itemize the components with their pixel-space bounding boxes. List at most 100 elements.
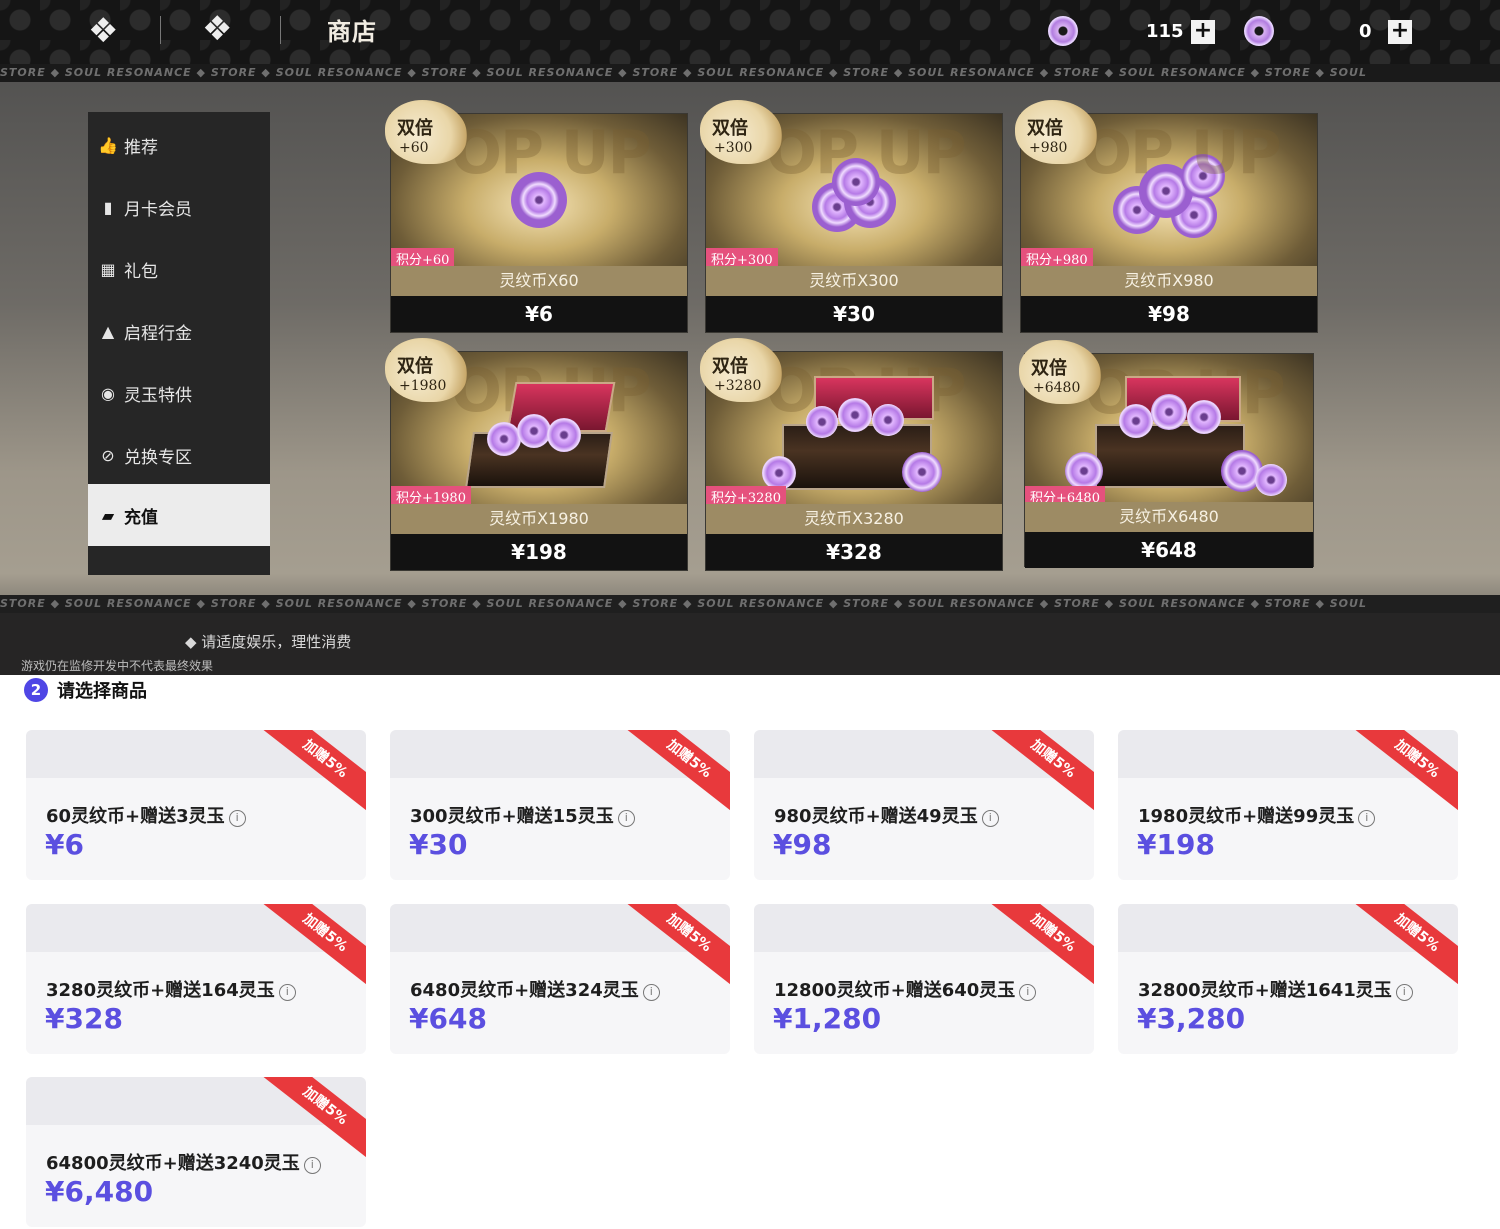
info-icon[interactable]: i (981, 810, 999, 827)
badge-bonus: +300 (714, 140, 753, 156)
badge-title: 双倍 (1027, 118, 1063, 139)
info-icon[interactable]: i (228, 810, 246, 827)
recharge-card-1980[interactable]: OP UP 双倍 +1980 积分+1980 灵纹币X1980 ¥198 (385, 338, 688, 571)
badge-bonus: +3280 (714, 378, 762, 394)
info-icon[interactable]: i (1395, 984, 1413, 1001)
sidebar-item-gold[interactable]: ▲ 启程行金 (88, 300, 270, 362)
add-jade-button[interactable]: + (1388, 20, 1412, 44)
double-badge: 双倍 +6480 (1019, 340, 1101, 404)
card-icon: ▮ (103, 197, 113, 217)
coin-icon (1065, 452, 1103, 490)
card-name: 灵纹币X60 (391, 266, 687, 296)
product-price: ¥198 (1137, 828, 1215, 861)
sidebar-item-recharge[interactable]: ▰ 充值 (88, 484, 270, 546)
product-description: 60灵纹币+赠送3灵玉 i (46, 802, 246, 828)
product-price: ¥648 (409, 1002, 487, 1035)
recharge-card-980[interactable]: OP UP 双倍 +980 积分+980 灵纹币X980 ¥98 (1015, 100, 1318, 333)
double-badge: 双倍 +300 (700, 100, 782, 164)
add-soul-coin-button[interactable]: + (1191, 20, 1215, 44)
card-name: 灵纹币X980 (1021, 266, 1317, 296)
card-price: ¥198 (391, 534, 687, 570)
game-shop-screen: ❖ ❖ 商店 115 + 0 + STORE ◆ SOUL RESONANCE … (0, 0, 1500, 675)
coin-icon (517, 414, 551, 448)
badge-bonus: +1980 (399, 378, 447, 394)
marquee-banner-top: STORE ◆ SOUL RESONANCE ◆ STORE ◆ SOUL RE… (0, 64, 1500, 82)
section-header: 2 请选择商品 (24, 677, 147, 703)
gift-icon: ▦ (100, 259, 116, 279)
product-option-4[interactable]: 加赠5% 1980灵纹币+赠送99灵玉 i ¥198 (1118, 730, 1458, 880)
info-icon[interactable]: i (278, 984, 296, 1001)
product-option-5[interactable]: 加赠5% 3280灵纹币+赠送164灵玉 i ¥328 (26, 904, 366, 1054)
card-price: ¥98 (1021, 296, 1317, 332)
info-icon[interactable]: i (303, 1157, 321, 1174)
coin-icon (1119, 404, 1153, 438)
product-option-9[interactable]: 加赠5% 64800灵纹币+赠送3240灵玉 i ¥6,480 (26, 1077, 366, 1227)
product-option-1[interactable]: 加赠5% 60灵纹币+赠送3灵玉 i ¥6 (26, 730, 366, 880)
badge-title: 双倍 (712, 118, 748, 139)
coin-icon (806, 406, 838, 438)
coin-icon (838, 398, 872, 432)
info-icon[interactable]: i (642, 984, 660, 1001)
coin-icon (872, 404, 904, 436)
product-description: 12800灵纹币+赠送640灵玉 i (774, 976, 1037, 1002)
info-icon[interactable]: i (1358, 810, 1376, 827)
menu-diamond-icon[interactable]: ❖ (202, 12, 232, 46)
exchange-icon: ⊘ (101, 445, 115, 465)
card-price: ¥328 (706, 534, 1002, 570)
product-desc-text: 32800灵纹币+赠送1641灵玉 (1138, 980, 1392, 1001)
recharge-card-6480[interactable]: OP UP 双倍 +6480 积分+6480 灵纹币X6480 ¥648 (1019, 340, 1314, 568)
sidebar-item-gift[interactable]: ▦ 礼包 (88, 238, 270, 300)
product-option-6[interactable]: 加赠5% 6480灵纹币+赠送324灵玉 i ¥648 (390, 904, 730, 1054)
sidebar-item-recommend[interactable]: 👍 推荐 (88, 114, 270, 176)
double-badge: 双倍 +1980 (385, 338, 467, 402)
sidebar-item-exchange[interactable]: ⊘ 兑换专区 (88, 424, 270, 486)
page-title: 商店 (327, 17, 377, 46)
product-price: ¥6 (45, 828, 84, 861)
soul-coin-icon (1048, 16, 1078, 46)
product-option-8[interactable]: 加赠5% 32800灵纹币+赠送1641灵玉 i ¥3,280 (1118, 904, 1458, 1054)
product-description: 32800灵纹币+赠送1641灵玉 i (1138, 976, 1413, 1002)
coin-icon (1151, 394, 1187, 430)
product-price: ¥328 (45, 1002, 123, 1035)
product-price: ¥30 (409, 828, 468, 861)
sidebar-item-jade-special[interactable]: ◉ 灵玉特供 (88, 362, 270, 424)
jade-icon (1244, 16, 1274, 46)
info-icon[interactable]: i (617, 810, 635, 827)
product-desc-text: 12800灵纹币+赠送640灵玉 (774, 980, 1016, 1001)
badge-bonus: +980 (1029, 140, 1068, 156)
marquee-banner-bottom: STORE ◆ SOUL RESONANCE ◆ STORE ◆ SOUL RE… (0, 595, 1500, 613)
product-option-3[interactable]: 加赠5% 980灵纹币+赠送49灵玉 i ¥98 (754, 730, 1094, 880)
info-icon[interactable]: i (1019, 984, 1037, 1001)
product-description: 3280灵纹币+赠送164灵玉 i (46, 976, 296, 1002)
product-option-7[interactable]: 加赠5% 12800灵纹币+赠送640灵玉 i ¥1,280 (754, 904, 1094, 1054)
coin-icon (1187, 400, 1221, 434)
coin-icon (1255, 464, 1287, 496)
jade-balance: 0 (1359, 21, 1372, 42)
product-price: ¥3,280 (1137, 1002, 1246, 1035)
coin-icon (902, 452, 942, 492)
thumbs-up-icon: 👍 (98, 135, 118, 155)
shop-sidebar: 👍 推荐 ▮ 月卡会员 ▦ 礼包 ▲ 启程行金 ◉ 灵玉特供 ⊘ 兑换专区 ▰ … (88, 112, 270, 575)
recharge-card-300[interactable]: OP UP 双倍 +300 积分+300 灵纹币X300 ¥30 (700, 100, 1003, 333)
product-option-2[interactable]: 加赠5% 300灵纹币+赠送15灵玉 i ¥30 (390, 730, 730, 880)
badge-bonus: +60 (399, 140, 429, 156)
product-desc-text: 300灵纹币+赠送15灵玉 (410, 806, 614, 827)
sidebar-item-label: 月卡会员 (124, 199, 192, 220)
card-name: 灵纹币X1980 (391, 504, 687, 534)
home-logo-icon[interactable]: ❖ (88, 14, 118, 48)
card-price: ¥30 (706, 296, 1002, 332)
product-desc-text: 64800灵纹币+赠送3240灵玉 (46, 1153, 300, 1174)
section-title: 请选择商品 (57, 681, 147, 702)
step-number-badge: 2 (24, 678, 48, 702)
product-price: ¥1,280 (773, 1002, 882, 1035)
recharge-card-3280[interactable]: OP UP 双倍 +3280 积分+3280 灵纹币X3280 ¥328 (700, 338, 1003, 571)
product-desc-text: 1980灵纹币+赠送99灵玉 (1138, 806, 1355, 827)
product-desc-text: 60灵纹币+赠送3灵玉 (46, 806, 225, 827)
product-description: 64800灵纹币+赠送3240灵玉 i (46, 1149, 321, 1175)
coin-icon (762, 456, 796, 490)
recharge-card-60[interactable]: OP UP 双倍 +60 积分+60 灵纹币X60 ¥6 (385, 100, 688, 333)
product-description: 1980灵纹币+赠送99灵玉 i (1138, 802, 1376, 828)
card-name: 灵纹币X300 (706, 266, 1002, 296)
sidebar-item-monthly-card[interactable]: ▮ 月卡会员 (88, 176, 270, 238)
badge-title: 双倍 (397, 118, 433, 139)
